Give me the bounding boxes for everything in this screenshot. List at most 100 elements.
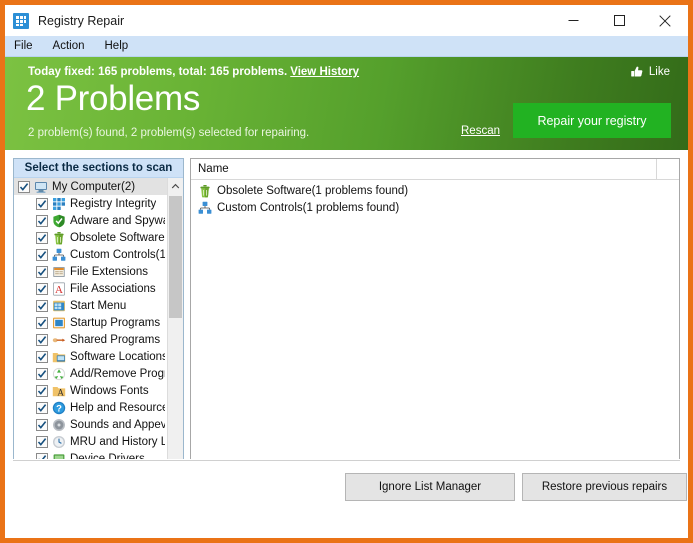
column-header-name[interactable]: Name [198,163,229,175]
sections-panel-title: Select the sections to scan [14,159,183,178]
list-item[interactable]: Obsolete Software(1 problems found) [191,182,679,199]
scroll-up-button[interactable] [168,178,183,194]
checkbox-custom-controls[interactable] [36,248,48,261]
tree-item-adware-and-spyware[interactable]: Adware and Spywar [14,212,167,229]
registry-grid-icon [52,197,66,211]
menu-item-help[interactable]: Help [105,36,140,57]
blocks-icon [52,248,66,262]
checkbox-obsolete-software[interactable] [36,231,48,244]
sections-panel: Select the sections to scan My Computer(… [13,158,184,488]
checkbox-startup-programs[interactable] [36,316,48,329]
check-icon [37,420,47,429]
app-window: Registry Repair File Action Help Today f… [0,0,693,543]
tree-item-windows-fonts[interactable]: A Windows Fonts [14,382,167,399]
tree-item-custom-controls[interactable]: Custom Controls(1) [14,246,167,263]
minimize-button[interactable] [550,5,596,36]
list-item[interactable]: Custom Controls(1 problems found) [191,199,679,216]
title-bar: Registry Repair [5,5,688,36]
checkbox-registry-integrity[interactable] [36,197,48,210]
tree-item-label: Custom Controls(1) [70,248,165,261]
tree-item-obsolete-software[interactable]: Obsolete Software( [14,229,167,246]
checkbox-my-computer[interactable] [18,180,30,193]
tree-item-add-remove-programs[interactable]: Add/Remove Progra [14,365,167,382]
repair-registry-button[interactable]: Repair your registry [513,103,671,138]
tree-item-file-extensions[interactable]: File Extensions [14,263,167,280]
menu-item-action[interactable]: Action [53,36,96,57]
status-banner: Today fixed: 165 problems, total: 165 pr… [5,57,688,150]
checkbox-mru-and-history-lists[interactable] [36,435,48,448]
chevron-up-icon [171,183,180,188]
column-divider[interactable] [656,159,657,179]
checkbox-windows-fonts[interactable] [36,384,48,397]
tree-item-label: Shared Programs [70,333,161,346]
shield-icon [52,214,66,228]
tree-item-label: MRU and History Lis [70,435,165,448]
tree-item-label: Start Menu [70,299,127,312]
tree-item-start-menu[interactable]: Start Menu [14,297,167,314]
tree-item-registry-integrity[interactable]: Registry Integrity [14,195,167,212]
checkbox-add-remove-programs[interactable] [36,367,48,380]
window-controls [550,5,688,36]
checkbox-shared-programs[interactable] [36,333,48,346]
ignore-list-manager-button[interactable]: Ignore List Manager [345,473,515,501]
window-icon [52,316,66,330]
check-icon [37,267,47,276]
sections-tree[interactable]: My Computer(2) Registry Integrity Adware… [14,178,167,471]
tree-item-label: Sounds and Appeve [70,418,165,431]
check-icon [37,233,47,242]
scroll-track[interactable] [168,194,183,455]
check-icon [37,386,47,395]
checkbox-help-and-resources[interactable] [36,401,48,414]
view-history-link[interactable]: View History [290,66,359,78]
footer-divider [13,460,680,461]
like-label: Like [648,66,670,78]
svg-text:A: A [57,387,64,397]
like-button[interactable]: Like [630,65,670,79]
question-mark-icon: ? [52,401,66,415]
page-title: 2 Problems [26,79,201,118]
menu-item-file[interactable]: File [14,36,44,57]
recycle-icon [52,367,66,381]
tree-item-help-and-resources[interactable]: ? Help and Resources [14,399,167,416]
maximize-button[interactable] [596,5,642,36]
tree-item-shared-programs[interactable]: Shared Programs [14,331,167,348]
tree-item-my-computer[interactable]: My Computer(2) [14,178,167,195]
sections-tree-wrap: My Computer(2) Registry Integrity Adware… [14,178,183,471]
checkbox-file-extensions[interactable] [36,265,48,278]
tree-item-label: Help and Resources [70,401,165,414]
tree-item-label: File Associations [70,282,156,295]
list-column-header: Name [191,159,679,180]
restore-previous-repairs-button[interactable]: Restore previous repairs [522,473,687,501]
shared-programs-icon [52,333,66,347]
checkbox-adware-and-spyware[interactable] [36,214,48,227]
file-extension-icon [52,265,66,279]
checkbox-file-associations[interactable] [36,282,48,295]
letter-a-icon: A [52,281,66,296]
checkbox-sounds-and-appevents[interactable] [36,418,48,431]
tree-item-software-locations[interactable]: Software Locations [14,348,167,365]
trash-icon [52,231,66,245]
thumbs-up-icon [631,66,643,77]
rescan-link[interactable]: Rescan [461,125,500,137]
tree-item-file-associations[interactable]: A File Associations [14,280,167,297]
tree-item-startup-programs[interactable]: Startup Programs [14,314,167,331]
menu-bar: File Action Help [5,36,688,57]
check-icon [37,284,47,293]
tree-item-label: Software Locations [70,350,165,363]
registry-grid-icon [13,12,29,29]
maximize-icon [613,15,625,26]
close-button[interactable] [642,5,688,36]
scroll-thumb[interactable] [169,196,182,318]
close-icon [659,14,671,27]
problems-summary: 2 problem(s) found, 2 problem(s) selecte… [28,127,310,139]
tree-item-mru-and-history-lists[interactable]: MRU and History Lis [14,433,167,450]
sidebar-vertical-scrollbar[interactable] [167,178,183,471]
tree-item-label: Obsolete Software( [70,231,165,244]
check-icon [37,199,47,208]
problems-list-panel: Name Obsolete Software(1 problems found)… [190,158,680,488]
tree-item-sounds-and-appevents[interactable]: Sounds and Appeve [14,416,167,433]
tree-item-label: Adware and Spywar [70,214,165,227]
checkbox-software-locations[interactable] [36,350,48,363]
checkbox-start-menu[interactable] [36,299,48,312]
check-icon [37,250,47,259]
